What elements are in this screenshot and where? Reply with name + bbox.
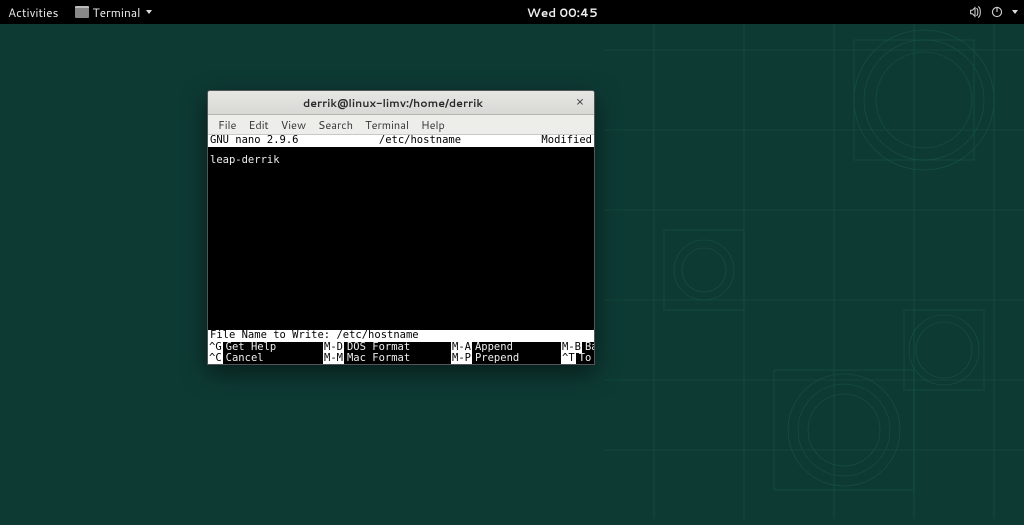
nano-status: Modified [539,135,592,146]
power-icon [990,5,1004,19]
activities-button[interactable]: Activities [6,1,61,24]
sc-label: Mac Format [347,353,410,364]
nano-version: GNU nano 2.9.6 [210,135,301,146]
window-close-button[interactable]: × [572,95,588,111]
key-label: M-M [323,353,344,364]
menu-file[interactable]: File [212,115,242,135]
terminal-content[interactable]: GNU nano 2.9.6 /etc/hostname Modified le… [208,135,594,364]
nano-sc-tofiles: ^TTo Files [561,353,595,364]
nano-prompt-label: File Name to Write: [210,330,336,341]
menu-search[interactable]: Search [312,115,359,135]
menu-edit[interactable]: Edit [242,115,274,135]
clock[interactable]: Wed 00:45 [156,4,968,21]
nano-sc-macformat: M-MMac Format [323,353,451,364]
nano-sc-cancel: ^CCancel [208,353,323,364]
sc-label: To Files [579,353,595,364]
system-status-area[interactable] [968,5,1018,19]
terminal-window: derrik@linux-limv:/home/derrik × File Ed… [207,90,595,365]
menu-view[interactable]: View [275,115,312,135]
key-label: M-P [451,353,472,364]
menu-help[interactable]: Help [415,115,451,135]
app-menu-label: Terminal [93,4,141,21]
volume-icon [968,5,982,19]
gnome-topbar: Activities Terminal Wed 00:45 [0,0,1024,24]
app-menu[interactable]: Terminal [71,1,157,24]
sc-label: Prepend [475,353,519,364]
nano-sc-prepend: M-PPrepend [451,353,561,364]
nano-prompt-value[interactable]: /etc/hostname [336,330,418,341]
wallpaper-decoration [604,0,1024,519]
sc-label: Cancel [226,353,264,364]
nano-editor-body[interactable]: leap-derrik [208,147,594,168]
close-icon: × [576,96,584,109]
nano-header: GNU nano 2.9.6 /etc/hostname Modified [208,135,594,147]
nano-footer: File Name to Write: /etc/hostname ^GGet … [208,330,594,364]
menu-terminal[interactable]: Terminal [359,115,415,135]
chevron-down-icon [1012,10,1018,14]
terminal-icon [75,6,89,18]
key-label: ^C [208,353,223,364]
window-titlebar[interactable]: derrik@linux-limv:/home/derrik × [208,91,594,115]
nano-shortcut-bar: ^GGet Help M-DDOS Format M-AAppend M-BBa… [208,342,594,364]
window-title: derrik@linux-limv:/home/derrik [214,95,572,111]
menubar: File Edit View Search Terminal Help [208,115,594,135]
chevron-down-icon [146,10,152,14]
key-label: ^T [561,353,576,364]
nano-filename: /etc/hostname [301,135,540,146]
